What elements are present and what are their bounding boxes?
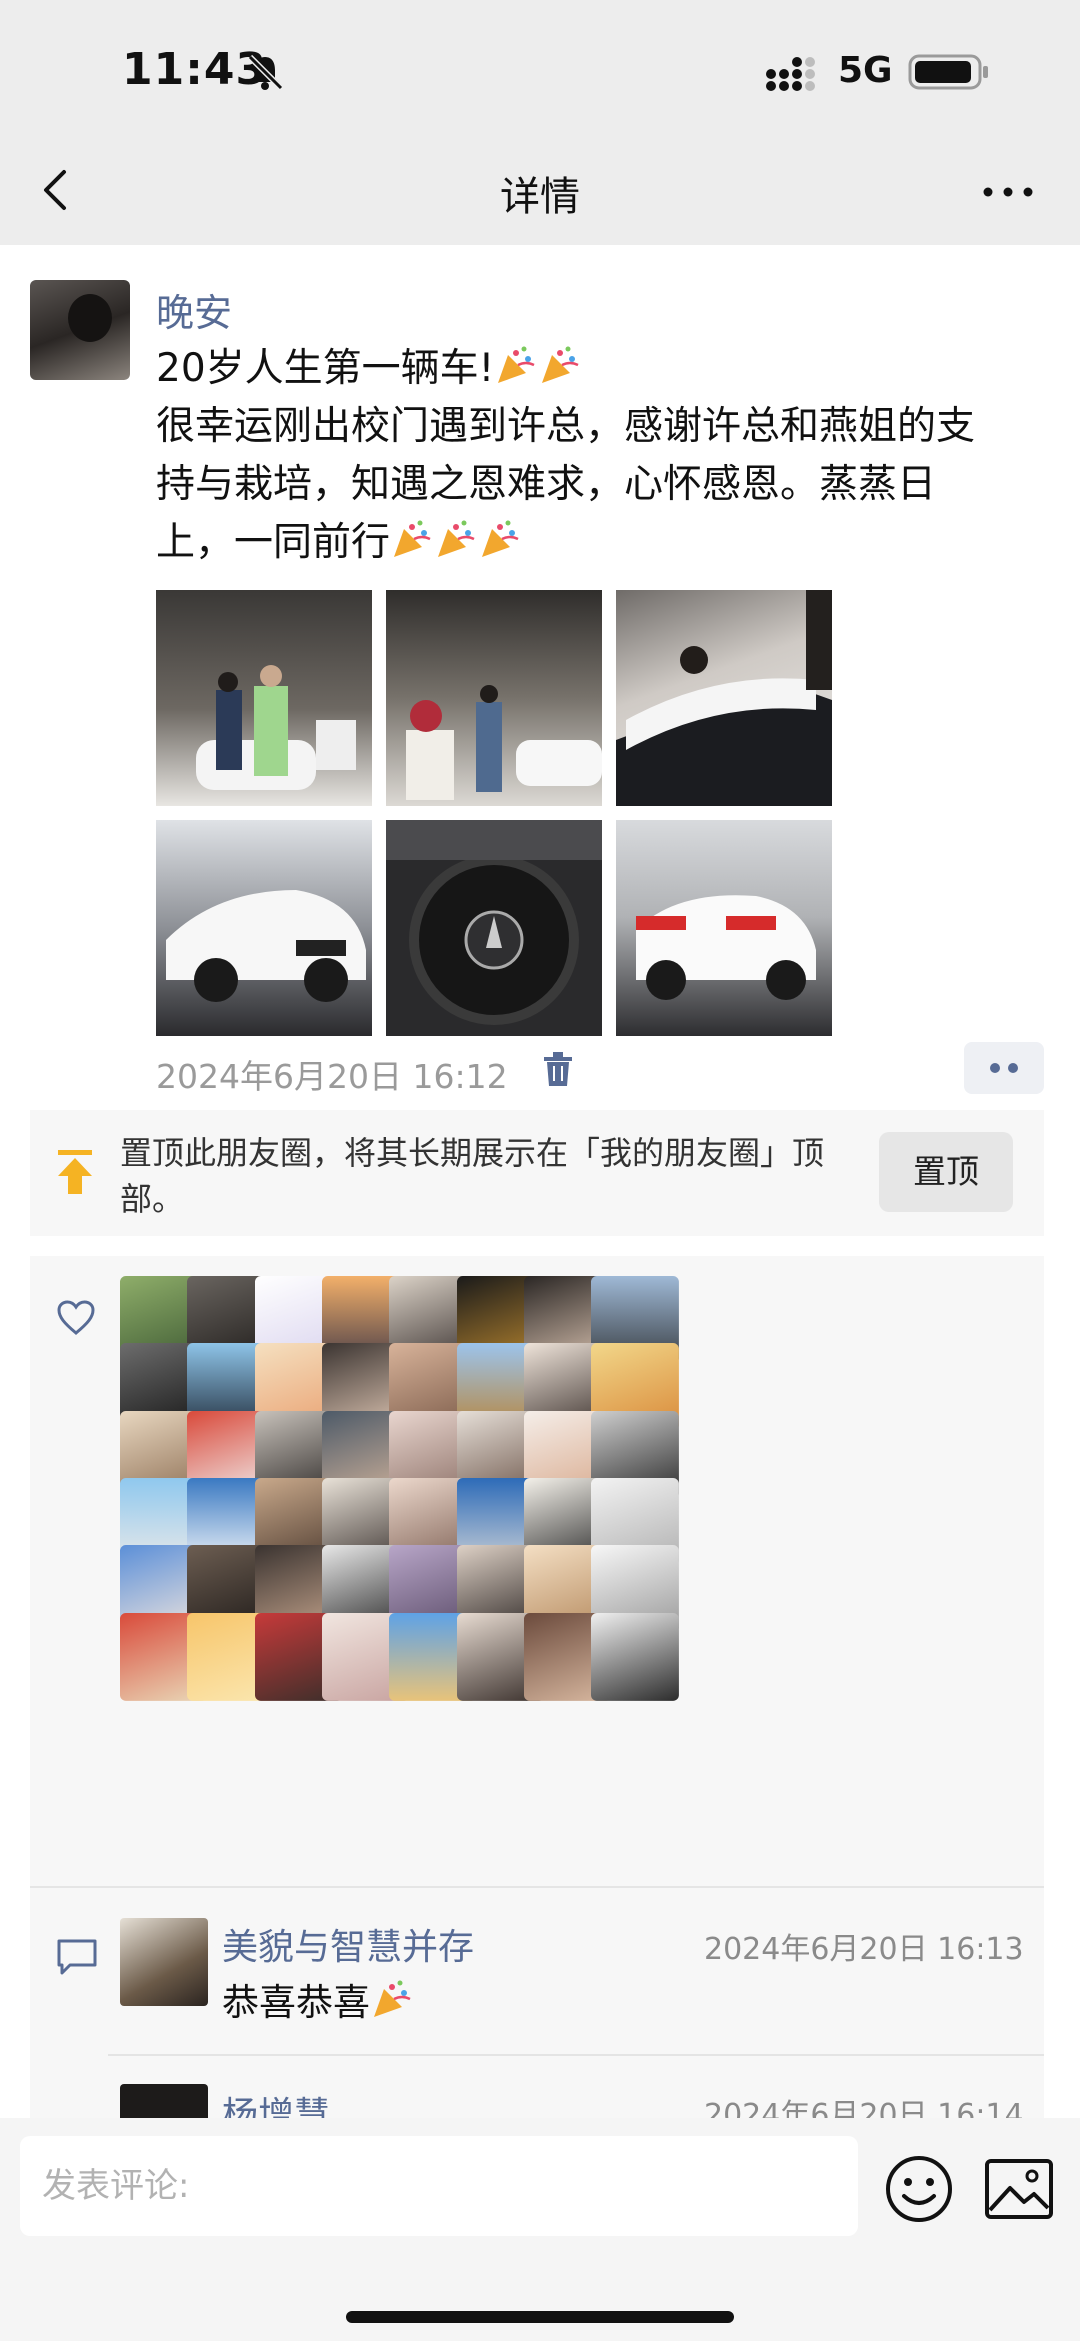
- comment-composer: 发表评论:: [0, 2118, 1080, 2341]
- emoji-icon[interactable]: [884, 2154, 954, 2224]
- signal-icon: [766, 57, 815, 91]
- post-text-line: 很幸运刚出校门遇到许总，感谢许总和燕姐的支: [156, 404, 976, 449]
- likes-panel: [30, 1256, 1044, 1886]
- bell-muted-icon: [247, 54, 284, 91]
- header-area: 11:43 5G 详情: [0, 0, 1080, 245]
- more-icon[interactable]: [978, 172, 1038, 212]
- comment-separator: [108, 2054, 1044, 2056]
- photo-4[interactable]: [156, 820, 372, 1036]
- photo-6[interactable]: [616, 820, 832, 1036]
- party-popper-icon: [498, 346, 535, 383]
- party-popper-icon: [482, 520, 519, 557]
- author-avatar[interactable]: [30, 280, 130, 380]
- comment-avatar[interactable]: [120, 2084, 208, 2118]
- post-text: 20岁人生第一辆车! 很幸运刚出校门遇到许总，感谢许总和燕姐的支 持与栽培，知遇…: [156, 340, 1056, 572]
- author-name[interactable]: 晚安: [156, 282, 232, 337]
- photo-1[interactable]: [156, 590, 372, 806]
- post-text-line: 20岁人生第一辆车!: [156, 346, 495, 391]
- dots-icon: [990, 1063, 1018, 1073]
- photo-2[interactable]: [386, 590, 602, 806]
- post-text-line: 上，一同前行: [156, 520, 391, 565]
- trash-icon[interactable]: [541, 1050, 575, 1088]
- photo-grid: [156, 590, 832, 1036]
- party-popper-icon: [438, 520, 475, 557]
- pin-top-icon: [58, 1150, 92, 1194]
- party-popper-icon: [394, 520, 431, 557]
- photo-5[interactable]: [386, 820, 602, 1036]
- photo-3[interactable]: [616, 590, 832, 806]
- comment-input[interactable]: 发表评论:: [20, 2136, 858, 2236]
- heart-icon: [57, 1300, 95, 1335]
- page-title: 详情: [500, 174, 580, 220]
- comment-avatar[interactable]: [120, 1918, 208, 2006]
- image-icon[interactable]: [984, 2158, 1054, 2220]
- network-type: 5G: [838, 50, 893, 91]
- pin-description: 置顶此朋友圈，将其长期展示在「我的朋友圈」顶部。: [120, 1134, 825, 1218]
- pin-banner: 置顶此朋友圈，将其长期展示在「我的朋友圈」顶部。 置顶: [30, 1110, 1044, 1236]
- post-text-line: 持与栽培，知遇之恩难求，心怀感恩。蒸蒸日: [156, 462, 937, 507]
- comment-author[interactable]: 杨增慧: [222, 2086, 330, 2118]
- post-timestamp: 2024年6月20日 16:12: [156, 1057, 508, 1096]
- comment-text: 恭喜恭喜: [222, 1972, 414, 2026]
- comment-icon: [57, 1939, 97, 1975]
- party-popper-icon: [374, 1980, 411, 2017]
- comments-panel: 美貌与智慧并存 2024年6月20日 16:13 恭喜恭喜 杨增慧 2024年6…: [30, 1888, 1044, 2118]
- home-indicator: [346, 2311, 734, 2323]
- comment-time: 2024年6月20日 16:13: [704, 1932, 1024, 1967]
- like-avatar[interactable]: [591, 1612, 680, 1701]
- battery-icon: [908, 54, 988, 90]
- post-actions-button[interactable]: [964, 1042, 1044, 1094]
- comment-time: 2024年6月20日 16:14: [704, 2098, 1024, 2118]
- comment-author[interactable]: 美貌与智慧并存: [222, 1918, 474, 1970]
- pin-button[interactable]: 置顶: [879, 1132, 1013, 1212]
- party-popper-icon: [542, 346, 579, 383]
- comment-text-content: 恭喜恭喜: [222, 1981, 370, 2024]
